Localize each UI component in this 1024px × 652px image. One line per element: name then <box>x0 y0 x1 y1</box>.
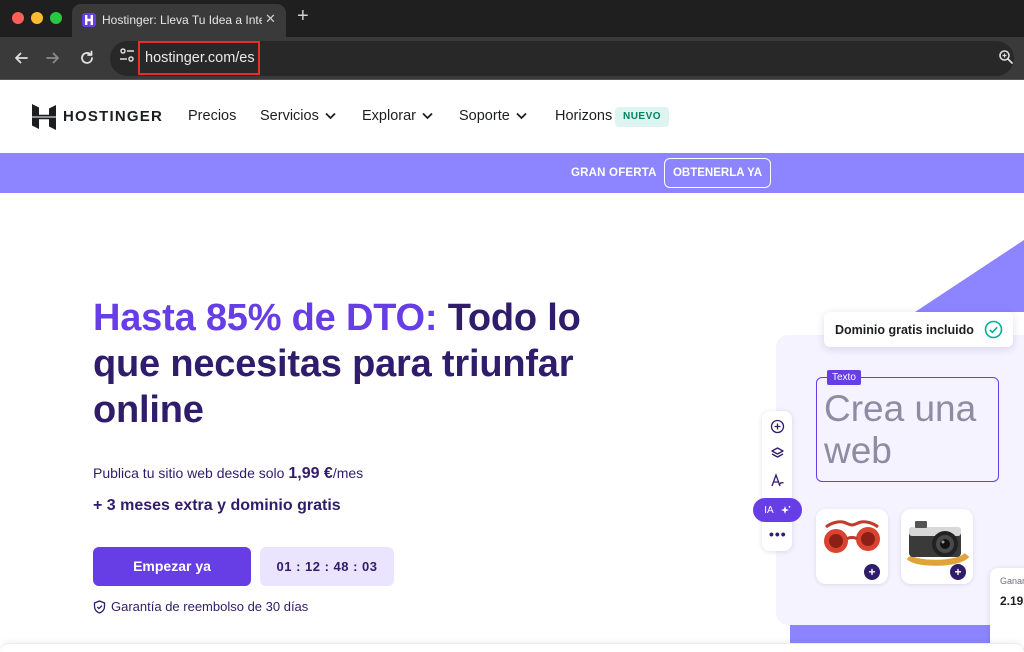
get-offer-button[interactable]: OBTENERLA YA <box>664 158 771 188</box>
new-badge: NUEVO <box>615 107 669 127</box>
site-settings-icon[interactable] <box>118 46 136 64</box>
add-product-button: + <box>864 564 880 580</box>
shield-check-icon <box>93 599 106 614</box>
subtitle-suffix: /mes <box>332 465 364 481</box>
nav-precios[interactable]: Precios <box>188 108 236 124</box>
next-section-edge <box>0 643 1024 652</box>
forward-arrow-icon[interactable] <box>44 49 62 67</box>
product-card-sunglasses: + <box>816 509 888 584</box>
camera-icon <box>906 521 970 566</box>
nav-label: Precios <box>188 108 237 124</box>
site-header: HOSTINGER Precios Servicios Explorar Sop… <box>0 80 1024 153</box>
promo-banner: GRAN OFERTA OBTENERLA YA <box>0 153 1024 193</box>
sunglasses-icon <box>824 520 880 553</box>
add-circle-icon <box>770 419 785 434</box>
hero-extra: + 3 meses extra y dominio gratis <box>93 497 341 514</box>
earnings-value: 2.193 <box>1000 594 1024 608</box>
domain-card-text: Dominio gratis incluido <box>835 323 974 337</box>
hero-title: Hasta 85% de DTO: Todo lo que necesitas … <box>93 295 593 433</box>
ai-pill: IA <box>753 498 802 522</box>
free-domain-card: Dominio gratis incluido <box>824 312 1013 347</box>
new-tab-button[interactable]: + <box>297 6 309 26</box>
text-tag: Texto <box>827 370 861 385</box>
illustration-bottom-strip <box>790 625 1024 645</box>
product-card-camera: + <box>901 509 973 584</box>
back-arrow-icon[interactable] <box>12 49 30 67</box>
start-now-button[interactable]: Empezar ya <box>93 547 251 586</box>
text-style-icon <box>771 473 784 487</box>
nav-label: Soporte <box>459 108 510 124</box>
nav-label: Horizons <box>555 108 613 124</box>
add-product-button: + <box>950 564 966 580</box>
nav-explorar[interactable]: Explorar <box>362 108 433 124</box>
sparkle-icon <box>780 505 791 514</box>
text-block-content: Crea una web <box>824 388 977 471</box>
guarantee: Garantía de reembolso de 30 días <box>93 599 308 614</box>
nav-label: Servicios <box>260 108 319 124</box>
window-maximize-button[interactable] <box>50 12 62 24</box>
reload-icon[interactable] <box>78 49 96 67</box>
ai-label: IA <box>764 504 774 516</box>
layers-icon <box>771 447 784 458</box>
hero-subtitle: Publica tu sitio web desde solo 1,99 €/m… <box>93 465 363 483</box>
check-circle-icon <box>984 320 1003 339</box>
promo-text: GRAN OFERTA <box>571 167 657 179</box>
guarantee-text: Garantía de reembolso de 30 días <box>111 599 309 614</box>
chevron-down-icon <box>516 112 527 120</box>
nav-servicios[interactable]: Servicios <box>260 108 336 124</box>
earnings-label: Ganancias <box>1000 576 1024 586</box>
browser-tab[interactable]: Hostinger: Lleva Tu Idea a Inter ✕ <box>72 4 286 37</box>
nav-label: Explorar <box>362 108 416 124</box>
window-close-button[interactable] <box>12 12 24 24</box>
countdown-timer: 01 : 12 : 48 : 03 <box>260 547 394 586</box>
tab-title: Hostinger: Lleva Tu Idea a Inter <box>102 13 262 27</box>
logo-text[interactable]: HOSTINGER <box>63 108 163 125</box>
window-minimize-button[interactable] <box>31 12 43 24</box>
chevron-down-icon <box>325 112 336 120</box>
url-highlight-box <box>138 41 260 75</box>
hero-title-accent: Hasta 85% de DTO: <box>93 297 438 339</box>
nav-soporte[interactable]: Soporte <box>459 108 527 124</box>
browser-tab-bar: Hostinger: Lleva Tu Idea a Inter ✕ + <box>0 0 1024 37</box>
price: 1,99 € <box>288 465 333 482</box>
zoom-icon[interactable] <box>998 49 1014 65</box>
subtitle-prefix: Publica tu sitio web desde solo <box>93 465 289 481</box>
hostinger-logo-icon[interactable] <box>32 104 56 130</box>
more-icon: ••• <box>769 526 787 542</box>
nav-horizons[interactable]: Horizons <box>555 108 612 124</box>
chevron-down-icon <box>422 112 433 120</box>
tab-close-icon[interactable]: ✕ <box>265 11 276 27</box>
hostinger-favicon-icon <box>82 13 96 27</box>
